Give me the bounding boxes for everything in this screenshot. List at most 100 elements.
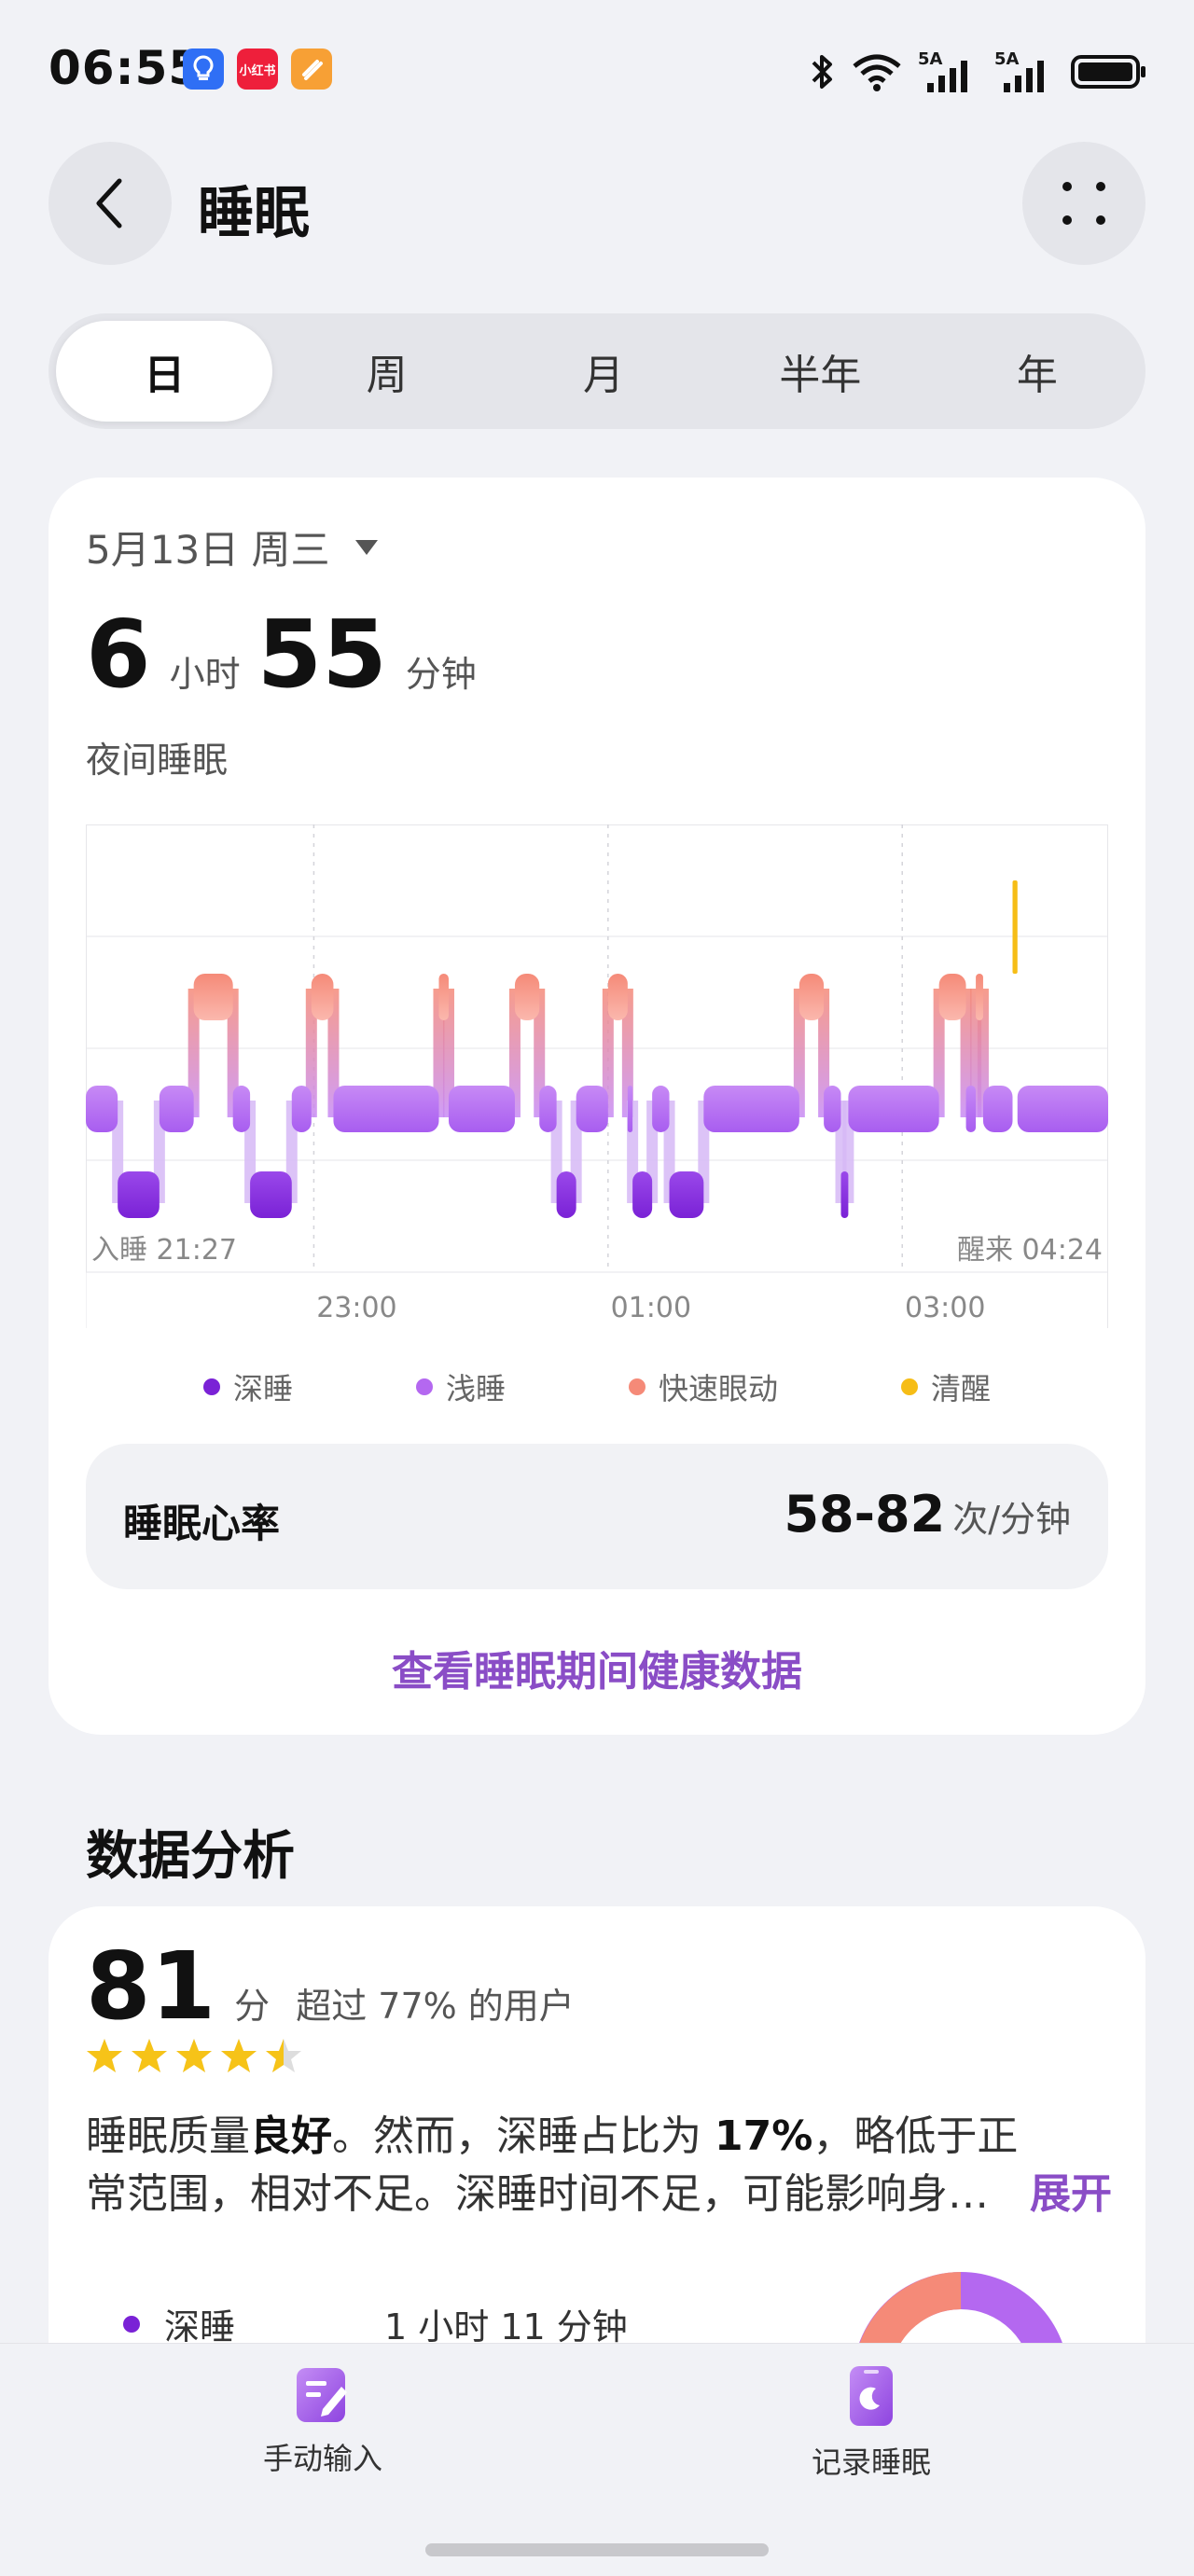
stage-value: 1 小时 11 分钟 xyxy=(384,2306,628,2347)
star-icon xyxy=(132,2039,167,2072)
star-rating xyxy=(86,2037,302,2074)
heart-rate-range: 58-82 xyxy=(784,1485,946,1544)
page-title: 睡眠 xyxy=(198,181,310,246)
legend-label: 清醒 xyxy=(931,1371,992,1406)
xiaohongshu-logo-text: 小红书 xyxy=(239,63,276,78)
stage-segment-deep xyxy=(250,1171,292,1218)
desc-bold: 17% xyxy=(715,2112,813,2160)
back-button[interactable] xyxy=(49,142,172,265)
legend-item-rem: 快速眼动 xyxy=(629,1365,778,1408)
minutes-unit: 分钟 xyxy=(405,654,477,695)
orange-app-icon xyxy=(291,48,332,90)
stage-segment-light xyxy=(965,1086,977,1132)
sleep-duration: 6 小时 55 分钟 xyxy=(86,608,493,701)
wake-label: 醒来 04:24 xyxy=(957,1234,1103,1267)
sleep-type-label: 夜间睡眠 xyxy=(86,740,229,781)
stage-segment-light xyxy=(333,1086,439,1132)
record-sleep-button[interactable]: 记录睡眠 xyxy=(731,2364,1011,2482)
bottom-action-bar: 手动输入 记录睡眠 xyxy=(0,2343,1194,2576)
desc-bold: 良好 xyxy=(250,2112,332,2160)
x-tick-label: 23:00 xyxy=(316,1292,396,1324)
minutes-value: 55 xyxy=(257,600,387,709)
analysis-section-title: 数据分析 xyxy=(86,1826,295,1887)
star-icon xyxy=(221,2039,257,2072)
star-icon xyxy=(87,2039,122,2072)
stage-segment-rem xyxy=(938,974,966,1020)
stage-segment-light xyxy=(291,1086,312,1132)
xiaohongshu-app-icon: 小红书 xyxy=(237,48,278,90)
sleep-heart-rate-row[interactable]: 睡眠心率 58-82 次/分钟 xyxy=(86,1444,1108,1589)
stage-segment-rem xyxy=(514,974,540,1020)
stage-segment-rem xyxy=(438,974,449,1020)
star-icon xyxy=(266,2039,301,2072)
chart-legend: 深睡 浅睡 快速眼动 清醒 xyxy=(49,1365,1145,1408)
period-tabs: 日 周 月 半年 年 xyxy=(49,313,1145,429)
sleep-start-label: 入睡 21:27 xyxy=(91,1234,237,1267)
score-value: 81 xyxy=(86,1932,216,2041)
sleep-card: 5月13日 周三 6 小时 55 分钟 夜间睡眠 入睡 21:27 醒来 04:2… xyxy=(49,478,1145,1735)
deep-sleep-stat-row: 深睡 1 小时 11 分钟 xyxy=(86,2298,628,2349)
stage-segment-awake xyxy=(1012,880,1018,974)
tab-month[interactable]: 月 xyxy=(495,313,712,429)
desc-text: 。然而，深睡占比为 xyxy=(332,2112,715,2160)
manual-input-label: 手动输入 xyxy=(262,2441,382,2476)
stage-segment-deep xyxy=(669,1171,704,1218)
view-health-data-link[interactable]: 查看睡眠期间健康数据 xyxy=(49,1638,1145,1697)
stage-segment-deep xyxy=(632,1171,653,1218)
x-tick-label: 01:00 xyxy=(611,1292,691,1324)
stage-segment-light xyxy=(703,1086,799,1132)
x-tick-label: 03:00 xyxy=(905,1292,985,1324)
manual-input-button[interactable]: 手动输入 xyxy=(183,2364,463,2478)
stage-segment-light xyxy=(576,1086,608,1132)
tab-half-year[interactable]: 半年 xyxy=(712,313,928,429)
legend-dot xyxy=(415,1378,433,1395)
stage-segment-light xyxy=(848,1086,939,1132)
stage-segment-light xyxy=(539,1086,557,1132)
status-icons: 5A 5A xyxy=(808,48,1147,95)
stage-segment-light xyxy=(652,1086,670,1132)
legend-item-deep: 深睡 xyxy=(202,1365,293,1408)
hours-value: 6 xyxy=(86,600,151,709)
stage-segment-deep xyxy=(840,1171,849,1218)
wifi-icon xyxy=(853,54,901,91)
sleep-stage-chart: 入睡 21:27 醒来 04:24 23:00 01:00 03:00 xyxy=(86,824,1108,1328)
sleep-score: 81 分 超过 77% 的用户 xyxy=(86,1940,575,2033)
record-sleep-label: 记录睡眠 xyxy=(811,2444,931,2480)
stage-segment-rem xyxy=(193,974,233,1020)
stage-segment-light xyxy=(982,1086,1013,1132)
analysis-description: 展开 睡眠质量良好。然而，深睡占比为 17%，略低于正常范围，相对不足。深睡时间… xyxy=(86,2108,1112,2223)
edit-note-icon xyxy=(297,2368,347,2422)
more-dots-icon xyxy=(1062,182,1105,225)
hours-unit: 小时 xyxy=(169,654,241,695)
stage-segment-light xyxy=(448,1086,515,1132)
deep-sleep-dot xyxy=(123,2315,140,2333)
legend-label: 浅睡 xyxy=(445,1371,506,1406)
legend-dot xyxy=(901,1378,919,1395)
legend-label: 快速眼动 xyxy=(659,1371,779,1406)
tab-day[interactable]: 日 xyxy=(56,321,273,422)
more-button[interactable] xyxy=(1022,142,1145,265)
battery-icon xyxy=(1071,55,1145,89)
bluetooth-icon xyxy=(812,55,832,89)
caret-down-icon xyxy=(354,539,378,555)
cellular-signal-icon: 5A xyxy=(918,49,979,92)
stage-segment-rem xyxy=(976,974,983,1020)
star-icon xyxy=(176,2039,212,2072)
stage-segment-deep xyxy=(118,1171,160,1218)
legend-dot xyxy=(202,1378,220,1395)
stage-segment-light xyxy=(232,1086,251,1132)
heart-rate-label: 睡眠心率 xyxy=(123,1501,281,1546)
legend-item-light: 浅睡 xyxy=(415,1365,506,1408)
stage-segment-deep xyxy=(556,1171,576,1218)
stage-segment-rem xyxy=(607,974,628,1020)
status-time: 06:55 xyxy=(49,41,202,95)
home-indicator[interactable] xyxy=(425,2543,769,2556)
expand-link[interactable]: 展开 xyxy=(1030,2166,1112,2223)
stage-segment-light xyxy=(86,1086,118,1132)
tab-year[interactable]: 年 xyxy=(929,313,1145,429)
heart-rate-value: 58-82 次/分钟 xyxy=(784,1485,1071,1544)
date-selector[interactable]: 5月13日 周三 xyxy=(86,519,379,575)
tab-week[interactable]: 周 xyxy=(278,313,494,429)
stage-segment-light xyxy=(159,1086,194,1132)
stage-segment-light xyxy=(627,1086,633,1132)
